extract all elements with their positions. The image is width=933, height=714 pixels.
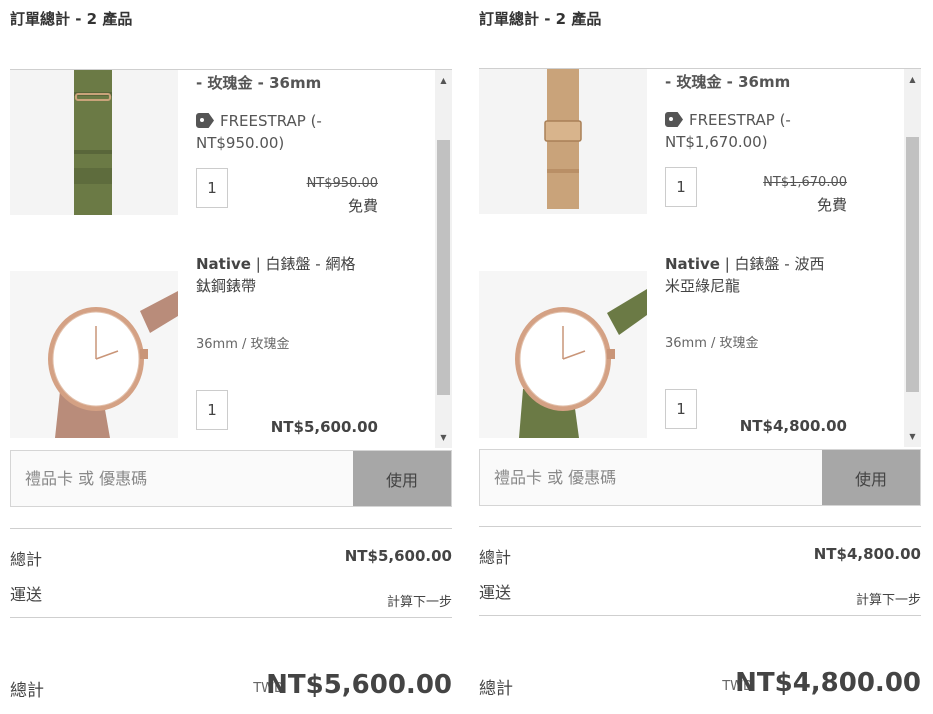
scroll-thumb[interactable]	[906, 137, 919, 392]
total-value: NT$5,600.00	[266, 670, 452, 700]
order-summary-panel-2: 訂單總計 - 2 產品 - 玫瑰金 - 36mm FREESTRAP (-NT$…	[479, 0, 921, 714]
product-image-watch-mesh	[10, 271, 178, 438]
cart-item: Native | 白錶盤 - 網格鈦鋼錶帶 36mm / 玫瑰金 1 NT$5,…	[10, 253, 430, 443]
cart-item: - 玫瑰金 - 36mm FREESTRAP (-NT$950.00) 1 NT…	[10, 70, 430, 220]
cart-item-list[interactable]: - 玫瑰金 - 36mm FREESTRAP (-NT$950.00) 1 NT…	[10, 69, 452, 448]
scroll-down-arrow-icon[interactable]: ▼	[435, 429, 452, 446]
product-name-tail: - 玫瑰金 - 36mm	[196, 74, 322, 92]
product-variant: 36mm / 玫瑰金	[196, 337, 290, 352]
divider	[479, 526, 921, 527]
shipping-label: 運送	[479, 583, 512, 602]
divider	[10, 617, 452, 618]
product-variant: 36mm / 玫瑰金	[665, 336, 759, 351]
divider	[10, 528, 452, 529]
quantity-field[interactable]: 1	[665, 389, 697, 429]
promo-text: FREESTRAP (-NT$950.00)	[196, 112, 322, 152]
product-name-model: Native	[196, 255, 251, 273]
scrollbar[interactable]: ▲ ▼	[904, 69, 921, 447]
divider	[479, 615, 921, 616]
product-image-watch-nylon	[479, 271, 647, 438]
product-name: Native | 白錶盤 - 波西米亞綠尼龍	[665, 253, 835, 297]
tag-icon	[665, 112, 683, 127]
scroll-down-arrow-icon[interactable]: ▼	[904, 428, 921, 445]
quantity-field[interactable]: 1	[196, 168, 228, 208]
total-label: 總計	[479, 679, 513, 699]
order-summary-panel-1: 訂單總計 - 2 產品 - 玫瑰金 - 36mm FREESTRAP (-NT$…	[10, 0, 452, 714]
item-price: 免費	[816, 196, 847, 214]
order-summary-title: 訂單總計 - 2 產品	[479, 10, 602, 28]
apply-coupon-button[interactable]: 使用	[822, 450, 920, 505]
scroll-thumb[interactable]	[437, 140, 450, 395]
total-label: 總計	[10, 681, 44, 701]
promo-code: FREESTRAP (-NT$1,670.00)	[665, 109, 845, 153]
shipping-value: 計算下一步	[386, 595, 452, 610]
original-price: NT$950.00	[306, 176, 378, 191]
item-price: 免費	[347, 197, 378, 215]
shipping-value: 計算下一步	[855, 593, 921, 608]
order-summary-title: 訂單總計 - 2 產品	[10, 10, 133, 28]
coupon-input[interactable]	[480, 450, 822, 505]
apply-coupon-button[interactable]: 使用	[353, 451, 451, 506]
scroll-up-arrow-icon[interactable]: ▲	[435, 72, 452, 89]
quantity-field[interactable]: 1	[196, 390, 228, 430]
subtotal-value: NT$5,600.00	[344, 547, 452, 565]
subtotal-label: 總計	[479, 548, 512, 567]
cart-item: - 玫瑰金 - 36mm FREESTRAP (-NT$1,670.00) 1 …	[479, 69, 899, 219]
item-price: NT$5,600.00	[270, 418, 378, 436]
quantity-field[interactable]: 1	[665, 167, 697, 207]
tag-icon	[196, 113, 214, 128]
product-name-tail: - 玫瑰金 - 36mm	[665, 73, 791, 91]
scrollbar[interactable]: ▲ ▼	[435, 70, 452, 448]
cart-item: Native | 白錶盤 - 波西米亞綠尼龍 36mm / 玫瑰金 1 NT$4…	[479, 253, 899, 443]
item-price: NT$4,800.00	[739, 417, 847, 435]
promo-code: FREESTRAP (-NT$950.00)	[196, 110, 376, 154]
original-price: NT$1,670.00	[763, 175, 847, 190]
subtotal-value: NT$4,800.00	[813, 545, 921, 563]
product-image-strap-green	[10, 70, 178, 215]
coupon-box: 使用	[479, 449, 921, 506]
product-name: Native | 白錶盤 - 網格鈦鋼錶帶	[196, 253, 366, 297]
subtotal-label: 總計	[10, 550, 43, 569]
product-name-model: Native	[665, 255, 720, 273]
promo-text: FREESTRAP (-NT$1,670.00)	[665, 111, 791, 151]
scroll-up-arrow-icon[interactable]: ▲	[904, 71, 921, 88]
shipping-label: 運送	[10, 585, 43, 604]
coupon-box: 使用	[10, 450, 452, 507]
coupon-input[interactable]	[11, 451, 353, 506]
product-image-strap-mesh	[479, 69, 647, 214]
total-value: NT$4,800.00	[735, 668, 921, 698]
cart-item-list[interactable]: - 玫瑰金 - 36mm FREESTRAP (-NT$1,670.00) 1 …	[479, 68, 921, 447]
